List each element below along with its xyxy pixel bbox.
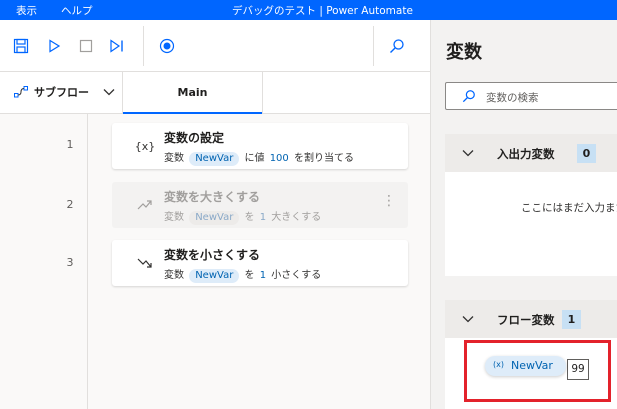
stop-icon [79,39,93,53]
variable-token[interactable]: NewVar [189,269,240,283]
subbar-separator [262,72,263,114]
stop-button[interactable] [76,36,96,56]
action-set-variable[interactable]: {x} 変数の設定 変数 NewVar に値 100 を割り当てる [112,123,408,169]
tab-main[interactable]: Main [123,72,262,114]
action-decrease-variable[interactable]: 変数を小さくする 変数 NewVar を 1 小さくする [112,240,408,286]
toolbar [0,20,430,72]
line-number: 2 [66,198,74,211]
action-title: 変数を大きくする [164,190,261,204]
run-button[interactable] [44,36,64,56]
variable-token[interactable]: NewVar [189,211,240,225]
menu-view[interactable]: 表示 [16,3,37,18]
desc-text: に値 [244,153,265,164]
save-button[interactable] [11,36,31,56]
io-variables-empty-text: ここにはまだ入力また [521,202,617,214]
save-icon [13,38,29,54]
run-icon [49,39,61,53]
subflow-dropdown[interactable]: サブフロー [14,84,115,100]
io-variables-section: 入出力変数 0 ここにはまだ入力また [445,134,617,276]
action-increase-variable[interactable]: 変数を大きくする 変数 NewVar を 1 大きくする ⋮ [112,182,408,228]
value-token: 1 [259,212,267,223]
search-placeholder: 変数の検索 [486,92,539,104]
subflow-label: サブフロー [34,86,89,99]
chevron-down-icon [462,150,474,157]
record-icon [159,38,175,54]
window-title: デバッグのテスト | Power Automate [232,5,413,17]
menu-help[interactable]: ヘルプ [61,3,93,18]
desc-text: を [244,270,255,281]
chevron-down-icon [103,89,115,96]
variable-icon: {x} [134,139,156,153]
line-number-gutter: 1 2 3 [0,114,88,409]
io-variables-header[interactable]: 入出力変数 0 [445,134,617,172]
variable-search-input[interactable]: 変数の検索 [445,82,617,110]
search-icon [462,90,475,103]
action-title: 変数の設定 [164,131,225,145]
desc-text: 変数 [164,270,184,281]
line-number: 1 [66,138,74,151]
flow-canvas: {x} 変数の設定 変数 NewVar に値 100 を割り当てる 変数を大きく… [89,114,430,409]
toolbar-separator [143,26,144,66]
highlight-box [464,340,611,402]
run-next-action-button[interactable] [107,36,127,56]
desc-text: 大きくする [271,212,322,223]
flow-variables-title: フロー変数 [497,313,555,327]
line-number: 3 [66,256,74,269]
subflow-bar: サブフロー Main [0,72,430,114]
desc-text: 変数 [164,153,184,164]
action-description: 変数 NewVar を 1 大きくする [164,208,321,225]
flow-variables-count: 1 [562,310,581,329]
subflow-icon [14,86,28,98]
value-token: 1 [259,270,267,281]
more-options-icon[interactable]: ⋮ [382,194,396,208]
action-description: 変数 NewVar に値 100 を割り当てる [164,149,354,166]
decrease-icon [134,254,156,272]
record-button[interactable] [157,36,177,56]
flow-variables-header[interactable]: フロー変数 1 [445,300,617,338]
title-bar: 表示 ヘルプ デバッグのテスト | Power Automate [0,0,617,20]
io-variables-title: 入出力変数 [497,147,555,161]
variable-token[interactable]: NewVar [189,152,240,166]
action-title: 変数を小さくする [164,248,261,262]
chevron-down-icon [462,316,474,323]
toolbar-separator [373,26,374,66]
value-token: 100 [269,153,289,164]
variables-panel-title: 変数 [446,42,482,63]
desc-text: 小さくする [271,270,322,281]
desc-text: を割り当てる [293,153,354,164]
desc-text: を [244,212,255,223]
increase-icon [134,196,156,214]
desc-text: 変数 [164,212,184,223]
io-variables-count: 0 [577,144,596,163]
search-icon [390,39,404,53]
action-description: 変数 NewVar を 1 小さくする [164,266,321,283]
run-next-icon [110,39,123,53]
search-button[interactable] [387,36,407,56]
